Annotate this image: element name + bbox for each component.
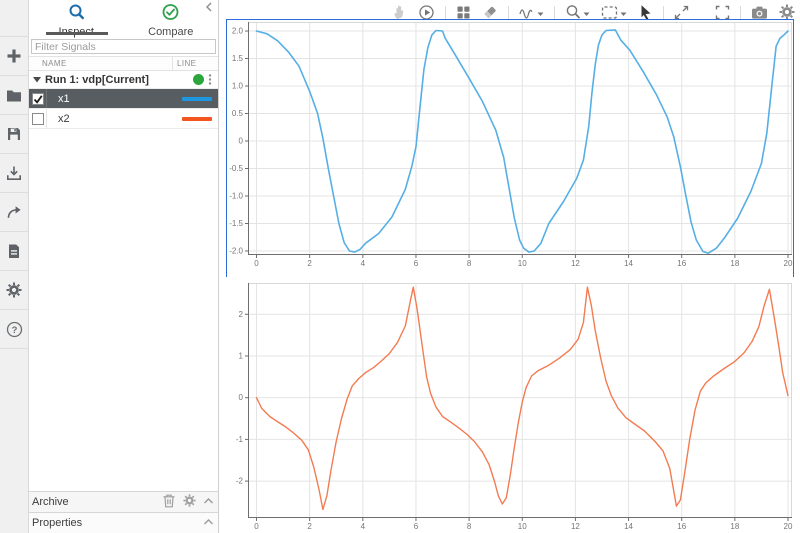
subplot-x1[interactable]: 0 2 4 6 8 10 12 14 16 18 20 2.0 1.5 1.0 0.5 0 -0.5 -1.0 -1… [227,20,793,277]
filter-signals-input[interactable] [31,39,216,54]
svg-text:-1.0: -1.0 [229,191,243,200]
x2-line-swatch [182,117,212,121]
x1-line-swatch [182,97,212,101]
properties-section-header[interactable]: Properties [29,512,218,533]
expand-triangle-icon[interactable] [33,74,41,86]
svg-text:16: 16 [677,522,686,531]
svg-text:18: 18 [730,259,739,268]
svg-text:10: 10 [518,522,527,531]
plus-icon [6,48,22,64]
archive-label: Archive [32,496,69,508]
chevron-down-icon [620,8,627,20]
sidebar-tabs: Inspect Compare [29,0,218,38]
svg-text:1.5: 1.5 [232,54,244,63]
svg-text:8: 8 [467,259,472,268]
tab-compare-label: Compare [148,26,194,38]
gear-icon[interactable] [183,494,196,510]
check-circle-icon [161,3,180,25]
import-button[interactable] [0,154,28,193]
app-toolstrip: ? [0,0,29,533]
run-row[interactable]: Run 1: vdp[Current] [29,71,218,89]
simulation-data-inspector: ? Inspect Compare NAME LINE Run [0,0,800,533]
signal-row-x2[interactable]: x2 [29,109,218,129]
svg-text:12: 12 [571,259,580,268]
subplot-x2[interactable]: 0 2 4 6 8 10 12 14 16 18 20210-1-2 [227,277,793,533]
svg-text:2: 2 [239,310,244,319]
magnifier-icon [67,3,86,25]
selected-tab-underline [46,32,108,35]
svg-text:4: 4 [361,259,366,268]
preferences-button[interactable] [0,271,28,310]
plot-area: 0 2 4 6 8 10 12 14 16 18 20 2.0 1.5 1.0 0.5 0 -0.5 -1.0 -1… [220,0,800,533]
share-arrow-icon [6,204,22,220]
run-status-dot [193,74,204,85]
svg-text:8: 8 [467,522,472,531]
run-label: Run 1: vdp[Current] [45,73,149,86]
filter-signals [29,36,218,56]
svg-text:0: 0 [254,522,259,531]
signal-table-empty-area [29,129,218,491]
svg-text:20: 20 [784,522,793,531]
create-report-button[interactable] [0,232,28,271]
svg-text:18: 18 [730,522,739,531]
folder-icon [6,87,22,103]
signal-name: x1 [58,92,70,105]
archive-section-header[interactable]: Archive [29,491,218,512]
collapse-panel-button[interactable] [203,1,215,13]
kebab-menu-icon[interactable] [206,73,214,86]
svg-text:0: 0 [254,259,259,268]
svg-text:20: 20 [784,259,793,268]
svg-text:?: ? [11,325,17,336]
svg-text:-2: -2 [236,477,244,486]
column-divider [172,57,173,70]
gear-icon [6,282,22,298]
save-icon [6,126,22,142]
svg-text:2: 2 [307,259,312,268]
svg-text:0: 0 [239,137,244,146]
svg-text:16: 16 [677,259,686,268]
column-header-line: LINE [177,59,197,68]
save-button[interactable] [0,115,28,154]
svg-text:6: 6 [414,259,419,268]
column-header-name: NAME [42,59,67,68]
help-icon: ? [6,321,23,338]
x1-checkbox[interactable] [31,92,44,105]
signal-table-header: NAME LINE [29,56,218,71]
chevron-up-icon[interactable] [203,496,214,508]
open-button[interactable] [0,76,28,115]
svg-text:0.5: 0.5 [232,109,244,118]
svg-text:4: 4 [361,522,366,531]
svg-text:-1.5: -1.5 [229,219,243,228]
report-document-icon [6,243,22,259]
export-button[interactable] [0,193,28,232]
sidebar: Inspect Compare NAME LINE Run 1: vdp[Cur… [29,0,219,533]
svg-text:2: 2 [307,522,312,531]
svg-text:12: 12 [571,522,580,531]
svg-text:6: 6 [414,522,419,531]
properties-label: Properties [32,517,83,529]
svg-text:-2.0: -2.0 [229,246,243,255]
svg-text:10: 10 [518,259,527,268]
svg-text:1.0: 1.0 [232,82,244,91]
svg-text:0: 0 [239,393,244,402]
svg-text:14: 14 [624,522,633,531]
tab-inspect[interactable]: Inspect [29,0,124,38]
chevron-up-icon[interactable] [203,517,214,529]
signal-name: x2 [58,112,70,125]
help-button[interactable]: ? [0,310,28,349]
chevron-down-icon [537,8,544,20]
signal-row-x1[interactable]: x1 [29,89,218,109]
chevron-down-icon [583,8,590,20]
svg-text:-1: -1 [236,435,244,444]
x2-checkbox[interactable] [31,112,44,125]
import-icon [6,165,22,181]
add-button[interactable] [0,36,28,76]
svg-text:-0.5: -0.5 [229,164,243,173]
trash-icon[interactable] [162,493,176,511]
svg-text:1: 1 [239,351,244,360]
svg-text:14: 14 [624,259,633,268]
svg-text:2.0: 2.0 [232,27,244,36]
